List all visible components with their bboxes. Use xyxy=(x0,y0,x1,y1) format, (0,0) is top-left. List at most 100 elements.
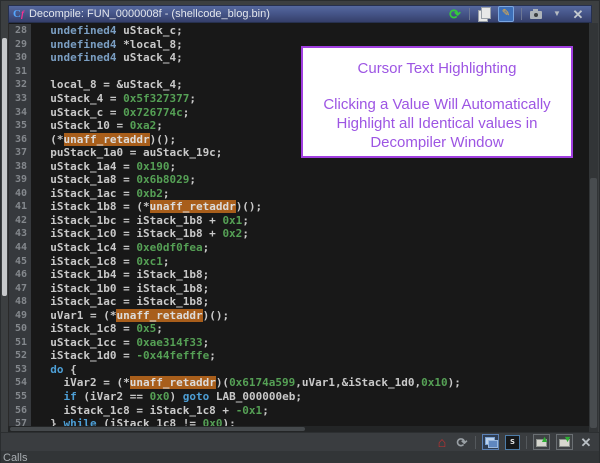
line-number: 42 xyxy=(9,213,31,228)
highlighted-token[interactable]: unaff_retaddr xyxy=(129,376,216,390)
code-line[interactable]: 46 iStack_1b4 = iStack_1b8; xyxy=(9,267,590,282)
code-text[interactable]: uStack_4 = 0x5f327377; xyxy=(31,92,196,105)
line-number: 31 xyxy=(9,64,31,79)
highlighted-token[interactable]: taddr xyxy=(116,132,150,146)
snapshot-s-icon[interactable]: s xyxy=(505,434,520,450)
code-line[interactable]: 54 iVar2 = (*unaff_retaddr)(0x6174a599,u… xyxy=(9,376,590,390)
code-text[interactable]: (*unaff_retaddr)(); xyxy=(31,132,176,146)
line-number: 46 xyxy=(9,267,31,282)
code-text[interactable]: uStack_1a4 = 0x190; xyxy=(31,160,176,173)
code-text[interactable]: undefined4 *local_8; xyxy=(31,38,182,51)
snapshot-camera-icon[interactable] xyxy=(529,7,543,21)
line-number: 43 xyxy=(9,227,31,241)
clone-window-icon[interactable] xyxy=(482,434,499,450)
code-line[interactable]: 56 iStack_1c8 = iStack_1c8 + -0x1; xyxy=(9,403,590,417)
code-line[interactable]: 38 uStack_1a4 = 0x190; xyxy=(9,159,590,174)
line-number: 33 xyxy=(9,91,31,106)
code-text[interactable]: iVar2 = (*unaff_retaddr)(0x6174a599,uVar… xyxy=(31,376,461,390)
copy-views-icon[interactable] xyxy=(477,7,491,22)
code-text[interactable]: iStack_1c8 = 0xc1; xyxy=(31,255,169,268)
line-number: 41 xyxy=(9,200,31,214)
home-icon[interactable]: ⌂ xyxy=(435,435,449,449)
code-text[interactable]: undefined4 uStack_4; xyxy=(31,51,182,64)
scrollbar-thumb[interactable] xyxy=(590,178,597,428)
line-number: 56 xyxy=(9,403,31,417)
line-number: 29 xyxy=(9,37,31,52)
code-text[interactable]: uStack_10 = 0xa2; xyxy=(31,119,163,132)
code-text[interactable]: iStack_1d0 = -0x44fefffe; xyxy=(31,349,216,362)
line-number: 50 xyxy=(9,322,31,336)
code-line[interactable]: 28 undefined4 uStack_c; xyxy=(9,24,590,38)
code-line[interactable]: 47 iStack_1b0 = iStack_1b8; xyxy=(9,281,590,295)
line-number: 55 xyxy=(9,389,31,404)
code-line[interactable]: 52 iStack_1d0 = -0x44fefffe; xyxy=(9,349,590,363)
highlighted-token[interactable]: unaff_retaddr xyxy=(149,200,236,214)
annotation-box: Cursor Text Highlighting Clicking a Valu… xyxy=(301,46,573,158)
code-line[interactable]: 53 do { xyxy=(9,362,590,377)
line-number: 35 xyxy=(9,118,31,133)
code-text[interactable]: iStack_1b0 = iStack_1b8; xyxy=(31,282,209,295)
close-icon[interactable]: ✕ xyxy=(579,435,593,449)
window-arrow-up-icon[interactable]: ▲ xyxy=(533,434,550,450)
code-text[interactable]: puStack_1a0 = auStack_19c; xyxy=(31,146,222,159)
code-text[interactable]: undefined4 uStack_c; xyxy=(31,24,182,37)
separator xyxy=(475,435,476,449)
refresh-icon[interactable]: ⟳ xyxy=(448,7,462,21)
decompiler-bottom-toolbar: ⌂ ⟳ s ▲ ▼ ✕ xyxy=(1,432,599,451)
scrollbar-thumb[interactable] xyxy=(10,427,305,431)
code-line[interactable]: 43 iStack_1c0 = iStack_1b8 + 0x2; xyxy=(9,227,590,241)
separator xyxy=(521,8,522,20)
code-text[interactable]: iStack_1bc = iStack_1b8 + 0x1; xyxy=(31,214,249,227)
background-scrollbar[interactable] xyxy=(2,38,7,296)
code-line[interactable]: 40 iStack_1ac = 0xb2; xyxy=(9,186,590,201)
decompiler-app-icon: Cf xyxy=(13,8,24,20)
line-number: 40 xyxy=(9,186,31,201)
window-title: Decompile: FUN_0000008f - (shellcode_blo… xyxy=(28,8,270,20)
code-text[interactable]: uStack_1c4 = 0xe0df0fea; xyxy=(31,241,209,254)
code-line[interactable]: 51 uStack_1cc = 0xae314f33; xyxy=(9,335,590,350)
refresh-icon[interactable]: ⟳ xyxy=(455,435,469,449)
code-line[interactable]: 50 iStack_1c8 = 0x5; xyxy=(9,322,590,336)
line-number: 48 xyxy=(9,294,31,309)
code-text[interactable]: uStack_1cc = 0xae314f33; xyxy=(31,336,209,349)
line-number: 39 xyxy=(9,173,31,187)
code-line[interactable]: 42 iStack_1bc = iStack_1b8 + 0x1; xyxy=(9,213,590,228)
highlighted-token[interactable]: unaff_re xyxy=(63,132,117,146)
code-text[interactable]: iStack_1c8 = iStack_1c8 + -0x1; xyxy=(31,404,268,417)
vertical-scrollbar[interactable] xyxy=(589,23,598,432)
line-number: 54 xyxy=(9,376,31,390)
separator xyxy=(526,435,527,449)
code-text[interactable]: iStack_1c8 = 0x5; xyxy=(31,322,163,335)
annotation-body: Clicking a Value Will Automatically High… xyxy=(323,96,551,151)
code-line[interactable]: 41 iStack_1b8 = (*unaff_retaddr)(); xyxy=(9,200,590,214)
code-text[interactable]: uVar1 = (*unaff_retaddr)(); xyxy=(31,308,229,322)
line-number: 32 xyxy=(9,78,31,92)
highlighted-token[interactable]: unaff_retaddr xyxy=(116,308,203,322)
window-arrow-down-icon[interactable]: ▼ xyxy=(556,434,573,450)
chevron-down-icon[interactable]: ▼ xyxy=(550,7,564,21)
code-text[interactable]: iStack_1ac = iStack_1b8; xyxy=(31,295,209,308)
code-line[interactable]: 39 uStack_1a8 = 0x6b8029; xyxy=(9,173,590,187)
code-text[interactable]: if (iVar2 == 0x0) goto LAB_000000eb; xyxy=(31,390,302,403)
close-icon[interactable]: ✕ xyxy=(571,7,585,21)
code-text[interactable]: uStack_1a8 = 0x6b8029; xyxy=(31,173,196,186)
line-number: 51 xyxy=(9,335,31,350)
line-number: 36 xyxy=(9,132,31,146)
code-text[interactable]: iStack_1ac = 0xb2; xyxy=(31,187,169,200)
code-line[interactable]: 45 iStack_1c8 = 0xc1; xyxy=(9,254,590,268)
line-number: 37 xyxy=(9,145,31,160)
code-text[interactable]: iStack_1b8 = (*unaff_retaddr)(); xyxy=(31,200,262,214)
line-number: 49 xyxy=(9,308,31,323)
code-line[interactable]: 48 iStack_1ac = iStack_1b8; xyxy=(9,294,590,309)
line-number: 34 xyxy=(9,105,31,119)
code-text[interactable]: iStack_1c0 = iStack_1b8 + 0x2; xyxy=(31,227,249,240)
code-line[interactable]: 44 uStack_1c4 = 0xe0df0fea; xyxy=(9,240,590,255)
code-text[interactable]: uStack_c = 0x726774c; xyxy=(31,106,189,119)
code-line[interactable]: 55 if (iVar2 == 0x0) goto LAB_000000eb; xyxy=(9,389,590,404)
code-text[interactable]: iStack_1b4 = iStack_1b8; xyxy=(31,268,209,281)
edit-icon[interactable]: ✎ xyxy=(498,6,514,22)
code-line[interactable]: 49 uVar1 = (*unaff_retaddr)(); xyxy=(9,308,590,323)
decompiler-titlebar[interactable]: Cf Decompile: FUN_0000008f - (shellcode_… xyxy=(8,5,592,23)
code-text[interactable]: do { xyxy=(31,363,77,376)
code-text[interactable]: local_8 = &uStack_4; xyxy=(31,78,182,91)
